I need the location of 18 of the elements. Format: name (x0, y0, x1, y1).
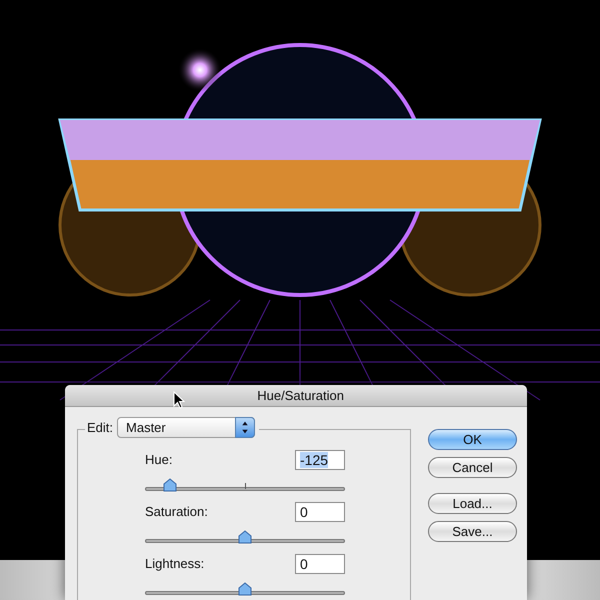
value-field[interactable]: 0 (295, 502, 345, 522)
dialog-title: Hue/Saturation (257, 386, 344, 405)
value-field[interactable]: 0 (295, 554, 345, 574)
edit-label: Edit: (87, 418, 114, 437)
value-field[interactable]: -125 (295, 450, 345, 470)
edit-dropdown[interactable]: Master (117, 417, 256, 438)
adjustment-label: Hue: (145, 451, 172, 470)
dialog-button[interactable]: Cancel (428, 457, 517, 478)
dialog-button[interactable]: Save... (428, 521, 517, 542)
stepper-arrows-icon (235, 417, 256, 438)
slider-thumb[interactable] (238, 530, 252, 544)
dialog-button[interactable]: OK (428, 429, 517, 450)
slider-thumb[interactable] (238, 582, 252, 596)
adjustment-label: Saturation: (145, 503, 208, 522)
slider-thumb[interactable] (162, 478, 177, 492)
mouse-pointer-icon (173, 391, 185, 409)
dialog-button[interactable]: Load... (428, 493, 517, 514)
adjustment-label: Lightness: (145, 555, 204, 574)
